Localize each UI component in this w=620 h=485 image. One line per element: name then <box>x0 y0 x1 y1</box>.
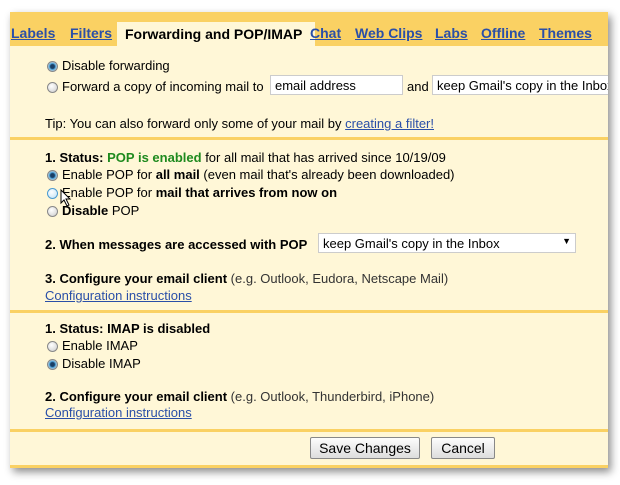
creating-filter-link[interactable]: creating a filter! <box>345 116 434 131</box>
tip-text: Tip: You can also forward only some of y… <box>45 116 434 131</box>
pop-access-label: 2. When messages are accessed with POP <box>45 237 308 252</box>
forward-copy-label: Forward a copy of incoming mail to <box>62 79 264 94</box>
enable-imap-option[interactable]: Enable IMAP <box>47 338 138 353</box>
imap-config-instructions-link[interactable]: Configuration instructions <box>45 405 192 420</box>
pop-config-instructions-link[interactable]: Configuration instructions <box>45 288 192 303</box>
config-label: 2. Configure your email client <box>45 389 228 404</box>
pop-status-value: POP is enabled <box>107 150 202 165</box>
tab-labels[interactable]: Labels <box>11 25 55 41</box>
tab-offline[interactable]: Offline <box>481 25 525 41</box>
save-changes-button[interactable]: Save Changes <box>310 437 420 459</box>
radio-icon[interactable] <box>47 82 58 93</box>
pop-status-prefix: 1. Status: <box>45 150 104 165</box>
tip-label: Tip: You can also forward only some of y… <box>45 116 342 131</box>
opt-bold: mail that arrives from now on <box>155 185 338 200</box>
opt-label: Enable POP for <box>62 185 153 200</box>
disable-forwarding-option[interactable]: Disable forwarding <box>47 58 170 73</box>
tab-labs[interactable]: Labs <box>435 25 468 41</box>
opt-label: Enable POP for <box>62 167 153 182</box>
tab-bar: Labels Filters Forwarding and POP/IMAP C… <box>10 12 608 46</box>
imap-config-text: 2. Configure your email client (e.g. Out… <box>45 389 434 404</box>
radio-icon[interactable] <box>47 188 58 199</box>
enable-imap-label: Enable IMAP <box>62 338 138 353</box>
radio-icon[interactable] <box>47 206 58 217</box>
config-hint: (e.g. Outlook, Thunderbird, iPhone) <box>230 389 435 404</box>
radio-icon[interactable] <box>47 341 58 352</box>
divider <box>10 310 608 313</box>
dropdown-arrow-icon: ▼ <box>562 236 571 246</box>
disable-forwarding-label: Disable forwarding <box>62 58 170 73</box>
imap-status: 1. Status: IMAP is disabled <box>45 321 211 336</box>
disable-imap-option[interactable]: Disable IMAP <box>47 356 141 371</box>
tab-web-clips[interactable]: Web Clips <box>355 25 422 41</box>
tab-chat[interactable]: Chat <box>310 25 341 41</box>
pop-all-mail-option[interactable]: Enable POP for all mail (even mail that'… <box>47 167 455 182</box>
config-label: 3. Configure your email client <box>45 271 228 286</box>
settings-panel: Labels Filters Forwarding and POP/IMAP C… <box>10 12 608 468</box>
pop-access-select[interactable]: keep Gmail's copy in the Inbox ▼ <box>318 233 576 253</box>
and-label: and <box>407 79 429 94</box>
pop-config-text: 3. Configure your email client (e.g. Out… <box>45 271 448 286</box>
forward-action-select[interactable]: keep Gmail's copy in the Inbox <box>432 75 608 95</box>
opt-label: POP <box>111 203 140 218</box>
pop-access-value: keep Gmail's copy in the Inbox <box>323 236 500 251</box>
radio-selected-icon[interactable] <box>47 359 58 370</box>
mouse-cursor-icon <box>60 189 72 207</box>
tab-filters[interactable]: Filters <box>70 25 112 41</box>
forward-email-input[interactable]: email address <box>270 75 403 95</box>
pop-status-suffix: for all mail that has arrived since 10/1… <box>205 150 446 165</box>
config-hint: (e.g. Outlook, Eudora, Netscape Mail) <box>230 271 449 286</box>
radio-selected-icon[interactable] <box>47 170 58 181</box>
opt-hint: (even mail that's already been downloade… <box>203 167 455 182</box>
divider <box>10 429 608 432</box>
cancel-button[interactable]: Cancel <box>431 437 495 459</box>
divider <box>10 465 608 468</box>
tab-forwarding-pop-imap[interactable]: Forwarding and POP/IMAP <box>117 22 315 46</box>
disable-imap-label: Disable IMAP <box>62 356 141 371</box>
divider <box>10 137 608 140</box>
opt-bold: all mail <box>155 167 200 182</box>
pop-status: 1. Status: POP is enabled for all mail t… <box>45 150 446 165</box>
pop-from-now-option[interactable]: Enable POP for mail that arrives from no… <box>47 185 337 200</box>
tab-themes[interactable]: Themes <box>539 25 592 41</box>
radio-selected-icon[interactable] <box>47 61 58 72</box>
forward-copy-option[interactable]: Forward a copy of incoming mail to <box>47 79 264 94</box>
